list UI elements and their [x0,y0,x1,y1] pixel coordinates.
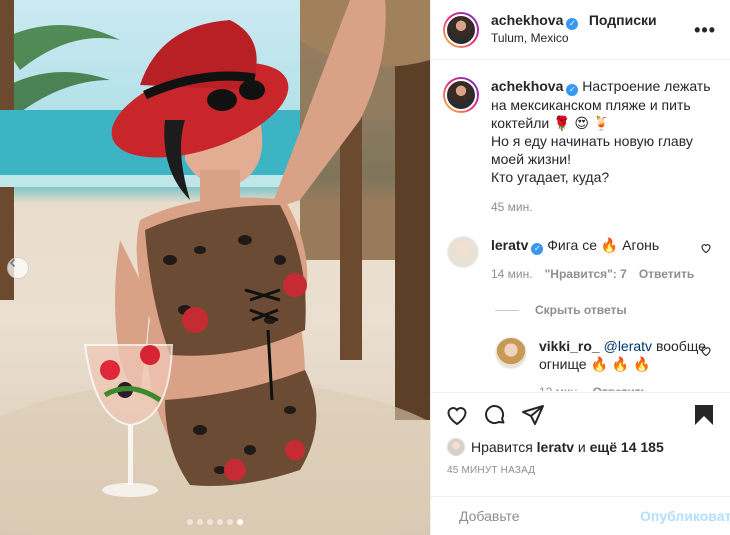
chevron-left-icon [9,258,16,268]
reply-time[interactable]: 12 мин. [539,383,581,391]
add-comment-bar: Опубликовать [431,496,730,535]
carousel-dot [207,519,213,525]
carousel-dot [197,519,203,525]
post-header: achekhova ✓ Подписки Tulum, Mexico ••• [431,0,730,60]
comment-icon[interactable] [483,403,507,427]
likes-prefix: Нравится [471,439,533,455]
post-timestamp[interactable]: 45 МИНУТ НАЗАД [447,465,535,476]
location-link[interactable]: Tulum, Mexico [491,30,657,47]
comment-time[interactable]: 14 мин. [491,265,533,283]
commenter-username[interactable]: leratv [491,237,528,253]
author-avatar[interactable] [443,11,479,48]
carousel-dot [227,519,233,525]
like-icon[interactable] [445,403,469,427]
likes-summary[interactable]: Нравится leratv и ещё 14 185 [447,438,664,456]
hide-replies-label: Скрыть ответы [535,303,627,317]
divider-line [495,309,519,311]
verified-badge-icon: ✓ [566,18,579,30]
reply-item: vikki_ro_ @leratv вообще огнище 🔥 🔥 🔥 12… [491,337,714,391]
comment-text: Фига се 🔥 Агонь [547,237,660,253]
caption-line-2: Но я еду начинать новую главу моей жизни… [491,133,693,167]
caption-username[interactable]: achekhova [491,78,563,94]
caption: achekhova ✓ Настроение лежать на мексикан… [443,77,714,216]
carousel-dot [217,519,223,525]
post-photo[interactable] [0,0,430,535]
like-comment-icon[interactable] [700,242,712,254]
caption-avatar[interactable] [443,77,479,113]
carousel-dot [237,519,243,525]
more-options-icon[interactable]: ••• [694,20,716,41]
carousel-dot [187,519,193,525]
comment-reply-button[interactable]: Ответить [639,265,694,283]
verified-badge-icon: ✓ [566,84,579,96]
reply-avatar[interactable] [495,337,527,369]
likes-user-link[interactable]: leratv [537,439,574,455]
commenter-avatar[interactable] [447,236,479,268]
caption-line-3: Кто угадает, куда? [491,169,610,185]
carousel-prev-button[interactable] [7,257,29,279]
share-icon[interactable] [521,403,545,427]
following-button[interactable]: Подписки [589,12,657,28]
caption-time[interactable]: 45 мин. [491,198,714,216]
reply-username[interactable]: vikki_ro_ [539,338,600,354]
likes-count-link[interactable]: ещё 14 185 [590,439,664,455]
carousel-indicator [0,519,430,525]
post-sidebar: achekhova ✓ Подписки Tulum, Mexico ••• ac… [430,0,730,535]
author-username[interactable]: achekhova [491,12,563,28]
post-actions [431,392,730,436]
comments-list[interactable]: achekhova ✓ Настроение лежать на мексикан… [431,61,730,391]
comment-input[interactable] [459,508,640,524]
beach-photo-illustration [0,0,430,535]
likes-middle: и [577,439,586,455]
hide-replies-button[interactable]: Скрыть ответы [495,303,714,317]
comment-item: leratv ✓ Фига се 🔥 Агонь 14 мин. "Нравитс… [443,236,714,283]
verified-badge-icon: ✓ [531,243,544,255]
save-bookmark-icon[interactable] [692,403,716,427]
reply-mention-link[interactable]: @leratv [604,338,652,354]
liker-avatar [447,438,465,456]
publish-button[interactable]: Опубликовать [640,508,730,524]
reply-reply-button[interactable]: Ответить [593,383,648,391]
like-reply-icon[interactable] [700,345,712,357]
comment-likes-count[interactable]: "Нравится": 7 [545,265,627,283]
